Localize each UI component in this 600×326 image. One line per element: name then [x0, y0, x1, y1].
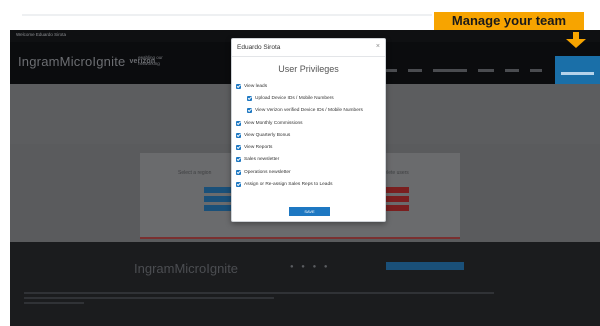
nav-item[interactable]	[530, 69, 542, 72]
permission-assign-sales-reps[interactable]: Assign or Re-assign Sales Reps to Leads	[236, 182, 333, 187]
close-icon[interactable]: ×	[376, 43, 380, 50]
modal-title: User Privileges	[278, 64, 339, 74]
site-logo[interactable]: IngramMicroIgnite verizon	[18, 54, 155, 69]
permission-label: View Monthly Commissions	[244, 121, 303, 126]
welcome-text: Welcome Eduardo Sirota	[16, 32, 66, 37]
checkbox-icon[interactable]	[247, 96, 252, 101]
user-privileges-modal: Eduardo Sirota × User Privileges View le…	[231, 38, 386, 222]
permission-label: View leads	[244, 84, 268, 89]
permission-label: Operations newsletter	[244, 170, 291, 175]
region-button[interactable]	[204, 196, 231, 202]
permission-sales-newsletter[interactable]: Sales newsletter	[236, 157, 279, 162]
permission-view-verified-ids[interactable]: View Verizon verified Device IDs / Mobil…	[247, 108, 363, 113]
permission-view-reports[interactable]: View Reports	[236, 145, 272, 150]
footer-text-line	[24, 292, 494, 294]
site-logo-text: IngramMicroIgnite	[18, 54, 126, 69]
nav-item[interactable]	[433, 69, 467, 72]
permission-label: View Quarterly Bonus	[244, 133, 291, 138]
modal-header: Eduardo Sirota ×	[232, 39, 385, 57]
permission-view-leads[interactable]: View leads	[236, 84, 267, 89]
checkbox-icon[interactable]	[236, 84, 241, 89]
footer-logo: IngramMicroIgnite	[134, 261, 239, 276]
checkbox-icon[interactable]	[236, 121, 241, 126]
permission-quarterly-bonus[interactable]: View Quarterly Bonus	[236, 133, 290, 138]
region-button[interactable]	[204, 187, 231, 193]
nav-item[interactable]	[408, 69, 422, 72]
permission-operations-newsletter[interactable]: Operations newsletter	[236, 170, 291, 175]
permission-label: Assign or Re-assign Sales Reps to Leads	[244, 182, 333, 187]
footer-social-icons[interactable]: ● ● ● ●	[290, 264, 331, 270]
checkbox-icon[interactable]	[236, 170, 241, 175]
site-tagline: enabling our networking	[138, 55, 163, 66]
permission-monthly-commissions[interactable]: View Monthly Commissions	[236, 121, 303, 126]
delete-button[interactable]	[382, 187, 409, 193]
permission-label: View Reports	[244, 145, 273, 150]
footer-text-line	[24, 302, 84, 304]
permission-label: Sales newsletter	[244, 157, 280, 162]
checkbox-icon[interactable]	[236, 133, 241, 138]
panel-text-left: Select a region	[178, 170, 212, 176]
permission-label: Upload Device IDs / Mobile Numbers	[255, 96, 334, 101]
permission-upload-device-ids[interactable]: Upload Device IDs / Mobile Numbers	[247, 96, 334, 101]
region-button[interactable]	[204, 205, 231, 211]
callout-arrow-icon	[566, 32, 586, 48]
footer-text-line	[24, 297, 274, 299]
callout-label: Manage your team	[434, 12, 584, 30]
nav-item[interactable]	[505, 69, 519, 72]
save-button[interactable]: SAVE	[289, 207, 330, 216]
top-divider	[22, 14, 432, 16]
delete-button[interactable]	[382, 205, 409, 211]
checkbox-icon[interactable]	[236, 157, 241, 162]
permission-label: View Verizon verified Device IDs / Mobil…	[255, 108, 363, 113]
nav-item[interactable]	[478, 69, 494, 72]
manage-team-label	[561, 72, 594, 75]
checkbox-icon[interactable]	[236, 182, 241, 187]
checkbox-icon[interactable]	[247, 108, 252, 113]
footer-button[interactable]	[386, 262, 464, 270]
checkbox-icon[interactable]	[236, 145, 241, 150]
site-footer: IngramMicroIgnite ● ● ● ●	[10, 242, 600, 326]
delete-button[interactable]	[382, 196, 409, 202]
modal-user-name: Eduardo Sirota	[237, 44, 281, 51]
site-nav	[375, 69, 542, 72]
